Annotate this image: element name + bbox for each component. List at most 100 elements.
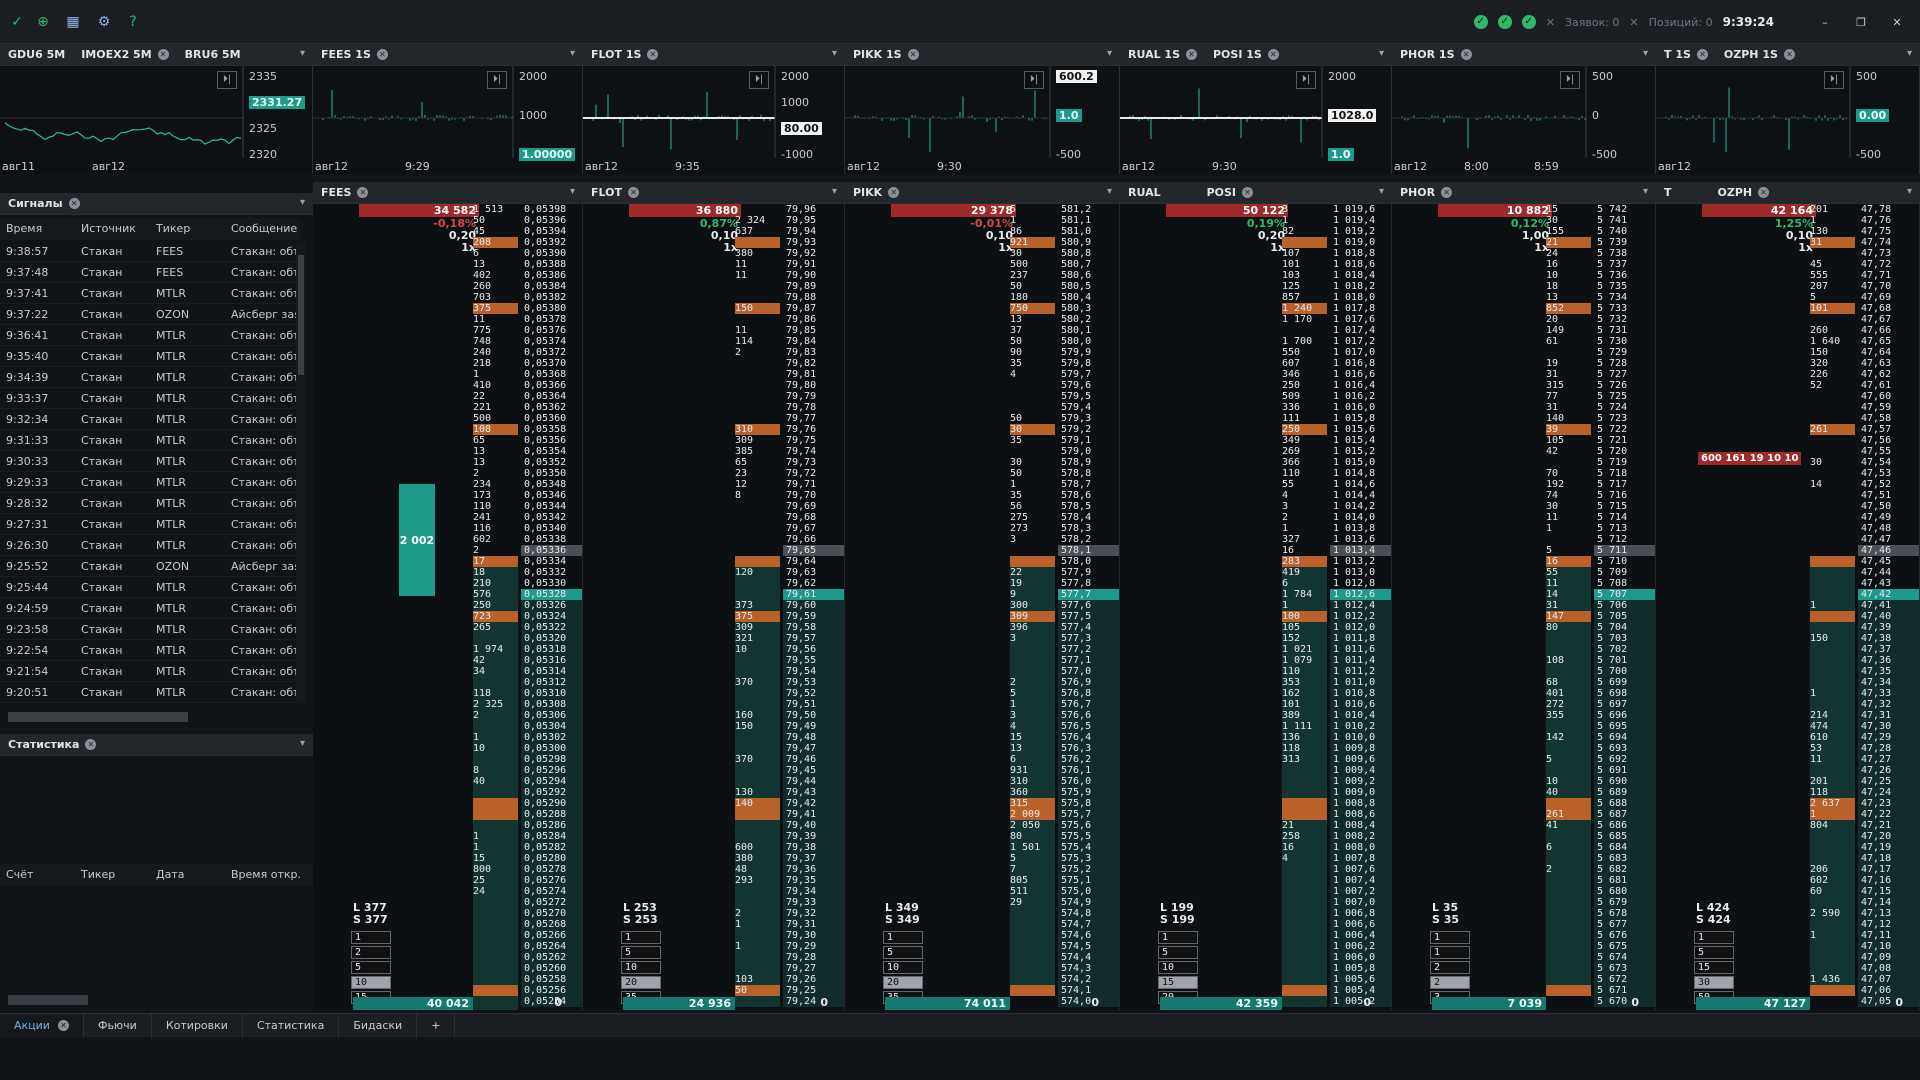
- volume-cell[interactable]: [1810, 402, 1855, 413]
- volume-cell[interactable]: 19: [1546, 358, 1591, 369]
- price-level[interactable]: 79,88: [783, 292, 844, 303]
- chevron-down-icon[interactable]: ▾: [1643, 48, 1648, 59]
- price-level[interactable]: 5 700: [1594, 666, 1655, 677]
- price-level[interactable]: 79,49: [783, 721, 844, 732]
- price-level[interactable]: 79,60: [783, 600, 844, 611]
- volume-cell[interactable]: [1810, 314, 1855, 325]
- volume-cell[interactable]: 921: [1010, 237, 1055, 248]
- price-level[interactable]: 5 701: [1594, 655, 1655, 666]
- price-level[interactable]: 79,59: [783, 611, 844, 622]
- price-level[interactable]: 47,14: [1858, 897, 1919, 908]
- table-row[interactable]: 9:37:22 Стакан OZON Айсберг зая: [0, 304, 300, 325]
- price-level[interactable]: 5 685: [1594, 831, 1655, 842]
- quantity-button[interactable]: 1: [351, 931, 391, 944]
- price-level[interactable]: 580,5: [1058, 281, 1119, 292]
- price-level[interactable]: 79,94: [783, 226, 844, 237]
- price-level[interactable]: 0,05324: [521, 611, 582, 622]
- price-level[interactable]: 47,53: [1858, 468, 1919, 479]
- volume-cell[interactable]: 320: [1810, 358, 1855, 369]
- volume-cell[interactable]: 101: [1282, 259, 1327, 270]
- price-level[interactable]: 47,67: [1858, 314, 1919, 325]
- price-level[interactable]: 47,68: [1858, 303, 1919, 314]
- volume-cell[interactable]: [1010, 930, 1055, 941]
- price-level[interactable]: 5 735: [1594, 281, 1655, 292]
- volume-cell[interactable]: [1282, 919, 1327, 930]
- orderbook-panel[interactable]: 50 122 0,19% 0,20 1x 3 1 82 107 101 103 125 857 1 24…: [1120, 204, 1392, 1010]
- price-level[interactable]: 574,3: [1058, 963, 1119, 974]
- volume-cell[interactable]: 250: [473, 600, 518, 611]
- price-level[interactable]: 1 013,6: [1330, 534, 1391, 545]
- price-level[interactable]: 5 720: [1594, 446, 1655, 457]
- price-level[interactable]: 47,35: [1858, 666, 1919, 677]
- volume-cell[interactable]: [473, 809, 518, 820]
- price-level[interactable]: 1 014,2: [1330, 501, 1391, 512]
- volume-cell[interactable]: 11: [1810, 754, 1855, 765]
- volume-cell[interactable]: [1810, 490, 1855, 501]
- volume-cell[interactable]: 180: [1010, 292, 1055, 303]
- quantity-button[interactable]: 5: [883, 946, 923, 959]
- volume-cell[interactable]: 1: [473, 732, 518, 743]
- price-level[interactable]: 0,05256: [521, 985, 582, 996]
- volume-cell[interactable]: 272: [1546, 699, 1591, 710]
- volume-cell[interactable]: 2 325: [473, 699, 518, 710]
- volume-cell[interactable]: 366: [1282, 457, 1327, 468]
- price-level[interactable]: 79,57: [783, 633, 844, 644]
- autoscroll-button[interactable]: ⏵|: [749, 71, 769, 89]
- price-level[interactable]: 1 017,0: [1330, 347, 1391, 358]
- price-level[interactable]: 0,05392: [521, 237, 582, 248]
- volume-cell[interactable]: 140: [1546, 413, 1591, 424]
- price-level[interactable]: 47,10: [1858, 941, 1919, 952]
- volume-cell[interactable]: 2: [735, 908, 780, 919]
- price-level[interactable]: 1 012,6: [1330, 589, 1391, 600]
- volume-cell[interactable]: [1010, 644, 1055, 655]
- price-level[interactable]: 47,27: [1858, 754, 1919, 765]
- price-level[interactable]: 47,70: [1858, 281, 1919, 292]
- volume-cell[interactable]: 31: [1810, 237, 1855, 248]
- price-level[interactable]: 47,08: [1858, 963, 1919, 974]
- price-level[interactable]: 5 726: [1594, 380, 1655, 391]
- price-level[interactable]: 5 708: [1594, 578, 1655, 589]
- volume-cell[interactable]: 120: [735, 567, 780, 578]
- close-icon[interactable]: ✕: [57, 1020, 69, 1031]
- chevron-down-icon[interactable]: ▾: [832, 48, 837, 59]
- price-level[interactable]: 1 015,2: [1330, 446, 1391, 457]
- price-level[interactable]: 5 690: [1594, 776, 1655, 787]
- price-level[interactable]: 1 005,4: [1330, 985, 1391, 996]
- price-level[interactable]: 47,54: [1858, 457, 1919, 468]
- price-level[interactable]: 0,05274: [521, 886, 582, 897]
- table-row[interactable]: 9:26:30 Стакан MTLR Стакан: объ: [0, 535, 300, 556]
- price-level[interactable]: 47,11: [1858, 930, 1919, 941]
- price-level[interactable]: 576,8: [1058, 688, 1119, 699]
- price-level[interactable]: 576,9: [1058, 677, 1119, 688]
- price-level[interactable]: 1 007,8: [1330, 853, 1391, 864]
- price-level[interactable]: 1 015,4: [1330, 435, 1391, 446]
- price-level[interactable]: 580,1: [1058, 325, 1119, 336]
- volume-cell[interactable]: [473, 897, 518, 908]
- price-level[interactable]: 79,89: [783, 281, 844, 292]
- volume-cell[interactable]: 637: [735, 226, 780, 237]
- price-level[interactable]: 575,1: [1058, 875, 1119, 886]
- volume-cell[interactable]: [1546, 985, 1591, 996]
- volume-cell[interactable]: 346: [1282, 369, 1327, 380]
- volume-cell[interactable]: [1810, 446, 1855, 457]
- volume-cell[interactable]: 30: [1810, 457, 1855, 468]
- volume-cell[interactable]: 130: [735, 787, 780, 798]
- close-icon[interactable]: ✕: [376, 49, 388, 60]
- price-level[interactable]: 0,05340: [521, 523, 582, 534]
- volume-cell[interactable]: [473, 941, 518, 952]
- volume-cell[interactable]: 336: [1282, 402, 1327, 413]
- volume-cell[interactable]: [735, 512, 780, 523]
- orderbook-tab[interactable]: POSI ✕: [1199, 186, 1261, 199]
- volume-cell[interactable]: [1546, 743, 1591, 754]
- volume-cell[interactable]: [735, 699, 780, 710]
- price-level[interactable]: 579,6: [1058, 380, 1119, 391]
- volume-cell[interactable]: [735, 380, 780, 391]
- volume-cell[interactable]: 13: [1546, 292, 1591, 303]
- price-level[interactable]: 47,47: [1858, 534, 1919, 545]
- volume-cell[interactable]: [735, 963, 780, 974]
- volume-cell[interactable]: 370: [735, 677, 780, 688]
- volume-cell[interactable]: [735, 655, 780, 666]
- price-level[interactable]: 1 010,0: [1330, 732, 1391, 743]
- volume-cell[interactable]: 14: [1546, 589, 1591, 600]
- volume-cell[interactable]: 576: [473, 589, 518, 600]
